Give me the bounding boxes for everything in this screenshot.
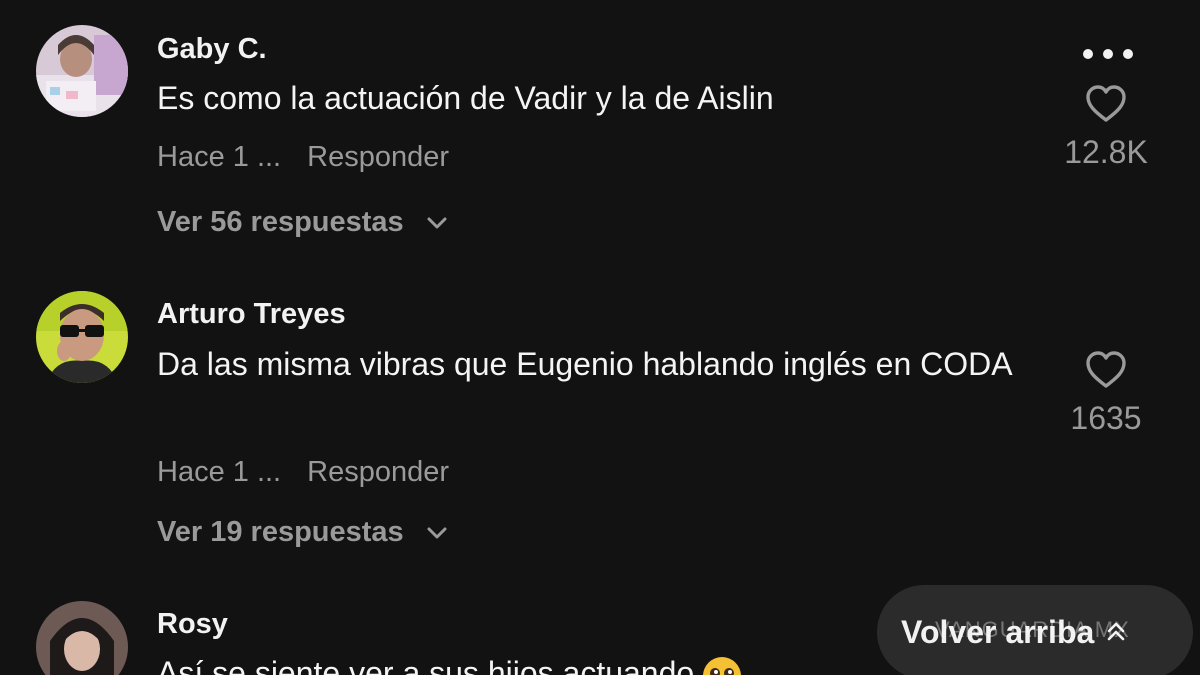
avatar[interactable] — [36, 601, 128, 675]
chevron-down-icon — [427, 217, 447, 229]
comment-time: Hace 1 ... — [157, 141, 282, 173]
view-replies-label: Ver 56 respuestas — [157, 206, 404, 238]
comment-text: Es como la actuación de Vadir y la de Ai… — [157, 80, 774, 116]
comment-meta: Hace 1 ... Responder — [157, 456, 449, 489]
reply-button[interactable]: Responder — [307, 456, 449, 488]
comment-text: Da las misma vibras que Eugenio hablando… — [157, 346, 1013, 382]
reply-button[interactable]: Responder — [307, 141, 449, 173]
watermark: VANGUARDIA MX — [935, 617, 1130, 642]
pleading-face-emoji — [703, 656, 742, 675]
avatar[interactable] — [36, 291, 128, 383]
comment-username[interactable]: Rosy — [157, 608, 228, 641]
comment-text-content: Así se siente ver a sus hijos actuando — [157, 655, 695, 675]
heart-icon — [1086, 351, 1126, 388]
view-replies-label: Ver 19 respuestas — [157, 516, 404, 548]
comment-meta: Hace 1 ... Responder — [157, 141, 449, 174]
like-count: 1635 — [1070, 400, 1142, 436]
avatar[interactable] — [36, 25, 128, 117]
like-button[interactable]: 1635 — [1036, 350, 1176, 437]
like-count: 12.8K — [1064, 134, 1148, 170]
chevron-down-icon — [427, 527, 447, 539]
comment-username[interactable]: Arturo Treyes — [157, 298, 346, 331]
more-options-icon[interactable] — [1080, 44, 1136, 64]
comments-panel: Gaby C. Es como la actuación de Vadir y … — [0, 0, 1200, 675]
comment-username[interactable]: Gaby C. — [157, 33, 267, 66]
view-replies-button[interactable]: Ver 56 respuestas — [157, 206, 448, 239]
heart-icon — [1086, 85, 1126, 122]
like-button[interactable]: 12.8K — [1036, 84, 1176, 171]
view-replies-button[interactable]: Ver 19 respuestas — [157, 516, 448, 549]
comment-time: Hace 1 ... — [157, 456, 282, 488]
